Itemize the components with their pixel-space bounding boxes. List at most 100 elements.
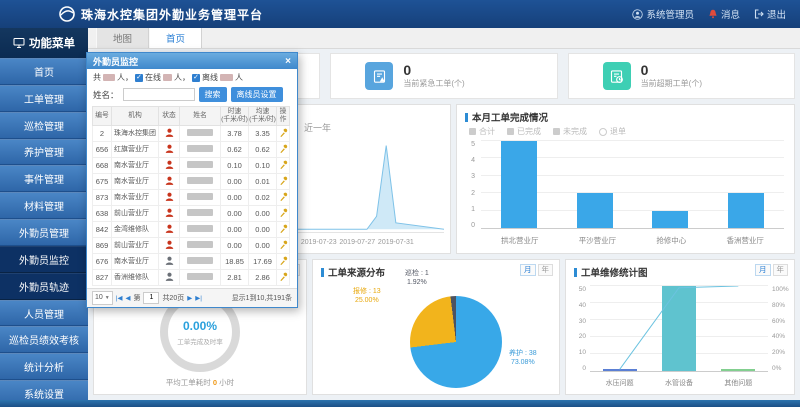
sidebar-item[interactable]: 巡检管理 [0, 112, 88, 139]
legend-marker-icon [507, 128, 514, 135]
table-cell: 0.00 [249, 237, 277, 253]
table-cell: 0.02 [249, 189, 277, 205]
table-cell: 0.00 [249, 221, 277, 237]
legend-item[interactable]: 未完成 [553, 126, 587, 137]
table-cell: 18.85 [221, 253, 249, 269]
operation-wrench-icon[interactable] [279, 194, 288, 203]
pie-label: 养护 : 3873.08% [509, 350, 537, 368]
sidebar-item[interactable]: 巡检员绩效考核 [0, 326, 88, 353]
left-tick-label: 0 [582, 365, 586, 372]
operation-wrench-icon[interactable] [279, 226, 288, 235]
pie-label-name: 巡检 : 1 [405, 270, 429, 279]
logout-button[interactable]: 退出 [754, 7, 786, 21]
table-cell: 0.10 [221, 157, 249, 173]
sidebar-item[interactable]: 统计分析 [0, 353, 88, 380]
y-tick-label: 4 [471, 157, 475, 164]
modal-titlebar[interactable]: 外勤员监控 × [87, 53, 297, 69]
sidebar-item[interactable]: 人员管理 [0, 300, 88, 327]
sidebar-item[interactable]: 首页 [0, 58, 88, 85]
period-tab[interactable]: 月 [520, 264, 536, 276]
sidebar-item[interactable]: 外勤员轨迹 [0, 273, 88, 300]
online-checkbox[interactable]: ✓ [135, 74, 143, 82]
sidebar-item[interactable]: 材料管理 [0, 192, 88, 219]
legend-marker-icon [469, 128, 476, 135]
period-tab[interactable]: 月 [755, 264, 771, 276]
messages-button[interactable]: 消息 [708, 7, 740, 21]
legend-item[interactable]: 退单 [599, 126, 626, 137]
table-cell [159, 253, 180, 269]
name-input[interactable] [123, 88, 195, 101]
legend-marker-icon [599, 128, 607, 136]
menu-icon [13, 37, 25, 49]
redacted-name [187, 145, 213, 152]
name-label: 姓名： [93, 89, 119, 101]
logout-label: 退出 [767, 7, 786, 21]
table-cell: 南水营业厅 [112, 157, 159, 173]
page-size-select[interactable]: 10 ▼ [92, 291, 113, 305]
pie-label-pct: 73.08% [509, 359, 537, 368]
staff-table-body: 2珠海水控集团3.783.35656红旗营业厅0.620.62668南水营业厅0… [93, 125, 290, 285]
y-tick-label: 0 [471, 222, 475, 229]
period-tab[interactable]: 年 [538, 264, 554, 276]
operation-wrench-icon[interactable] [279, 210, 288, 219]
y-tick-label: 3 [471, 173, 475, 180]
admin-menu[interactable]: 系统管理员 [632, 7, 694, 21]
table-cell [159, 125, 180, 141]
status-person-icon [165, 242, 174, 251]
table-cell: 668 [93, 157, 112, 173]
redacted-name [187, 161, 213, 168]
table-cell: 3.78 [221, 125, 249, 141]
table-cell: 0.00 [249, 205, 277, 221]
operation-wrench-icon[interactable] [279, 146, 288, 155]
table-cell: 珠海水控集团 [112, 125, 159, 141]
trend-x-label: 2019-07-27 [339, 239, 375, 246]
tab-inactive[interactable]: 地图 [96, 28, 149, 48]
sidebar-item[interactable]: 事件管理 [0, 165, 88, 192]
table-cell [159, 221, 180, 237]
doc-clock-icon [603, 62, 631, 90]
table-header-cell: 均速(千米/时) [249, 107, 277, 126]
operation-wrench-icon[interactable] [279, 258, 288, 267]
legend-label: 未完成 [563, 126, 587, 137]
pager-next-button[interactable]: ▶ [187, 294, 192, 302]
search-button[interactable]: 搜索 [199, 87, 227, 102]
table-cell: 675 [93, 173, 112, 189]
pie-label-pct: 25.00% [353, 297, 381, 306]
status-person-icon [165, 178, 174, 187]
pager-last-button[interactable]: ▶| [195, 294, 202, 302]
field-staff-monitor-modal: 外勤员监控 × 共 人， ✓ 在线 人， ✓ 离线 人 姓名： 搜索 离线员设置… [86, 52, 298, 308]
tab-active[interactable]: 首页 [149, 28, 202, 48]
pager-first-button[interactable]: |◀ [116, 294, 123, 302]
sidebar-item[interactable]: 外勤员监控 [0, 246, 88, 273]
table-header-cell: 状态 [159, 107, 180, 126]
trend-range-tab[interactable]: 近一年 [304, 123, 331, 133]
legend-item[interactable]: 合计 [469, 126, 495, 137]
right-tick-label: 100% [772, 286, 792, 293]
redacted-name [187, 193, 213, 200]
table-cell [180, 125, 221, 141]
sidebar-item[interactable]: 外勤员管理 [0, 219, 88, 246]
legend-label: 已完成 [517, 126, 541, 137]
sidebar-item[interactable]: 工单管理 [0, 85, 88, 112]
page-input[interactable] [143, 292, 159, 304]
repair-chart [590, 286, 768, 372]
period-tab[interactable]: 年 [773, 264, 789, 276]
legend-item[interactable]: 已完成 [507, 126, 541, 137]
operation-wrench-icon[interactable] [279, 274, 288, 283]
operation-wrench-icon[interactable] [279, 178, 288, 187]
offline-settings-button[interactable]: 离线员设置 [231, 87, 283, 102]
offline-checkbox[interactable]: ✓ [192, 74, 200, 82]
filter-offline-label: 离线 [202, 72, 218, 83]
title-accent [321, 268, 324, 277]
close-icon[interactable]: × [285, 56, 291, 67]
table-cell: 0.01 [249, 173, 277, 189]
pie-label-pct: 1.92% [405, 279, 429, 288]
doc-alert-icon [365, 62, 393, 90]
operation-wrench-icon[interactable] [279, 162, 288, 171]
operation-wrench-icon[interactable] [279, 130, 288, 139]
status-person-icon [165, 274, 174, 283]
table-cell: 红旗营业厅 [112, 141, 159, 157]
sidebar-item[interactable]: 养护管理 [0, 139, 88, 166]
pager-prev-button[interactable]: ◀ [125, 294, 130, 302]
operation-wrench-icon[interactable] [279, 242, 288, 251]
